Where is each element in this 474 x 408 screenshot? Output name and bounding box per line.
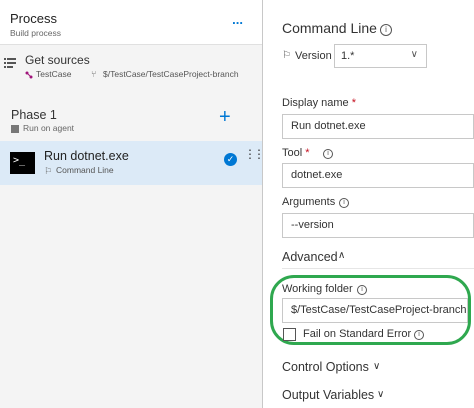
version-flag-icon: ⚐ — [282, 50, 291, 61]
branch-icon: ⑂ — [91, 69, 97, 79]
get-sources-title: Get sources — [25, 53, 90, 67]
fail-on-stderr-checkbox[interactable] — [283, 328, 296, 341]
control-options-toggle[interactable]: Control Options — [282, 360, 369, 374]
branch-path: $/TestCase/TestCaseProject-branch — [103, 69, 239, 79]
chevron-down-icon: ∨ — [410, 49, 418, 60]
tool-label: Tool * — [282, 147, 310, 159]
get-sources-icon — [4, 58, 16, 68]
get-sources-item[interactable]: Get sources TestCase ⑂ $/TestCase/TestCa… — [0, 45, 262, 89]
advanced-section-toggle[interactable]: Advanced — [282, 250, 338, 264]
chevron-down-icon[interactable]: ∨ — [373, 361, 380, 372]
arguments-input[interactable]: --version — [282, 213, 474, 238]
repository-icon — [25, 71, 33, 79]
drag-handle-icon[interactable]: ⋮⋮ — [244, 148, 265, 160]
display-name-value: Run dotnet.exe — [291, 120, 366, 132]
details-title: Command Line — [282, 20, 377, 36]
fail-on-stderr-label: Fail on Standard Error — [303, 328, 412, 340]
repository-name: TestCase — [36, 69, 72, 79]
process-header[interactable]: Process Build process ... — [0, 0, 262, 44]
fail-on-stderr-info-icon[interactable]: i — [414, 330, 424, 340]
tool-input[interactable]: dotnet.exe — [282, 163, 474, 188]
agent-icon — [11, 125, 19, 133]
task-subtitle: Command Line — [56, 165, 114, 175]
process-subtitle: Build process — [10, 28, 62, 38]
tool-value: dotnet.exe — [291, 169, 343, 181]
chevron-down-icon[interactable]: ∨ — [377, 389, 384, 400]
version-value: 1.* — [341, 50, 355, 62]
display-name-label: Display name * — [282, 97, 356, 109]
task-title: Run dotnet.exe — [44, 149, 129, 163]
arguments-value: --version — [291, 219, 334, 231]
more-options-icon[interactable]: ... — [232, 12, 243, 27]
display-name-input[interactable]: Run dotnet.exe — [282, 114, 474, 139]
output-variables-toggle[interactable]: Output Variables — [282, 388, 374, 402]
add-task-button[interactable]: + — [219, 107, 231, 127]
arguments-label: Arguments — [282, 196, 336, 208]
version-select[interactable]: 1.* ∨ — [334, 44, 427, 68]
phase-subtitle: Run on agent — [23, 123, 75, 133]
enabled-check-icon[interactable]: ✓ — [224, 153, 237, 166]
info-icon[interactable]: i — [380, 24, 392, 36]
arguments-info-icon[interactable]: i — [339, 198, 349, 208]
phase-title: Phase 1 — [11, 108, 57, 122]
command-line-icon: >_ — [10, 152, 35, 174]
task-item-run-dotnet[interactable] — [0, 141, 262, 185]
chevron-up-icon[interactable]: ∧ — [338, 250, 345, 261]
divider — [282, 268, 474, 269]
tool-info-icon[interactable]: i — [323, 149, 333, 159]
version-label: Version — [295, 50, 332, 62]
flag-icon: ⚐ — [44, 166, 53, 176]
process-title: Process — [10, 11, 57, 26]
